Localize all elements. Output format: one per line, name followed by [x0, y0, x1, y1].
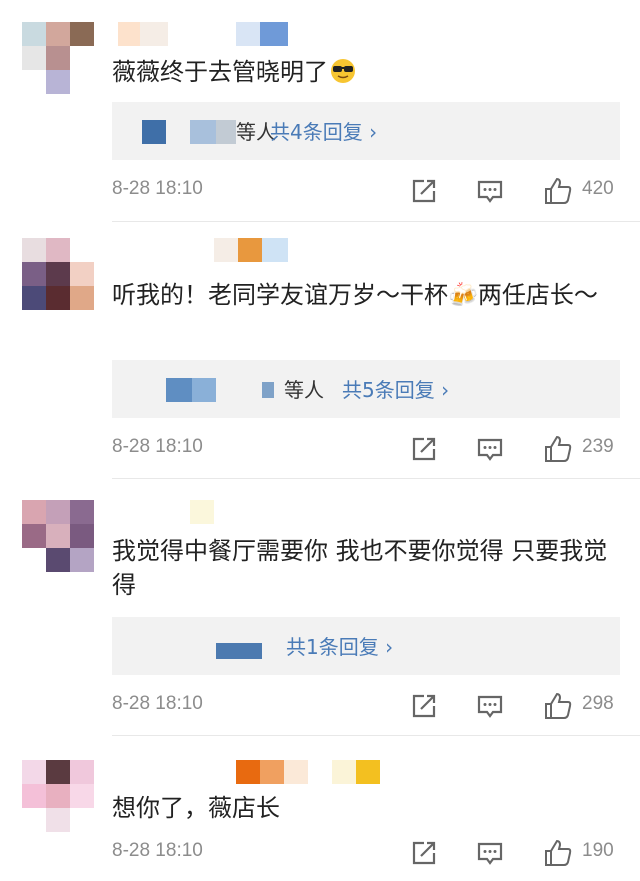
- share-icon[interactable]: [410, 177, 438, 205]
- share-icon[interactable]: [410, 692, 438, 720]
- like-icon[interactable]: [543, 434, 572, 462]
- comment-footer: 8-28 18:10 420: [112, 174, 620, 208]
- share-icon[interactable]: [410, 839, 438, 867]
- like-icon[interactable]: [543, 691, 572, 719]
- username-pixelated[interactable]: [118, 500, 218, 524]
- comment-footer: 8-28 18:10 190: [112, 836, 620, 870]
- reply-preview[interactable]: 共1条回复 ›: [112, 617, 620, 675]
- comment-icon[interactable]: [476, 177, 504, 205]
- comment-text: 薇薇终于去管晓明了: [112, 55, 617, 89]
- like-icon[interactable]: [543, 838, 572, 866]
- timestamp: 8-28 18:10: [112, 436, 203, 457]
- comment-footer: 8-28 18:10 239: [112, 432, 620, 466]
- timestamp: 8-28 18:10: [112, 178, 203, 199]
- like-icon[interactable]: [543, 176, 572, 204]
- comment-text: 我觉得中餐厅需要你 我也不要你觉得 只要我觉得: [112, 537, 608, 599]
- like-count: 298: [582, 693, 614, 714]
- comment-item: 薇薇终于去管晓明了 等人 共4条回复 › 8-28 18:10 420: [0, 0, 640, 222]
- view-replies-link[interactable]: 共1条回复 ›: [286, 635, 393, 659]
- view-replies-link[interactable]: 共5条回复 ›: [342, 378, 449, 402]
- comment-item: 想你了，薇店长 8-28 18:10 190: [0, 736, 640, 881]
- avatar[interactable]: [22, 500, 94, 572]
- share-icon[interactable]: [410, 435, 438, 463]
- timestamp: 8-28 18:10: [112, 840, 203, 861]
- comment-icon[interactable]: [476, 435, 504, 463]
- like-count: 190: [582, 840, 614, 861]
- comment-icon[interactable]: [476, 692, 504, 720]
- like-count: 239: [582, 436, 614, 457]
- sunglasses-emoji-icon: [330, 58, 356, 84]
- avatar[interactable]: [22, 238, 94, 310]
- avatar[interactable]: [22, 760, 94, 832]
- username-pixelated[interactable]: [118, 238, 288, 262]
- comment-footer: 8-28 18:10 298: [112, 689, 620, 723]
- comment-icon[interactable]: [476, 839, 504, 867]
- comment-item: 听我的！老同学友谊万岁～干杯🍻两任店长～ 等人 共5条回复 › 8-28 18:…: [0, 222, 640, 479]
- reply-preview[interactable]: 等人 共4条回复 ›: [112, 102, 620, 160]
- username-pixelated[interactable]: [118, 760, 388, 784]
- view-replies-link[interactable]: 共4条回复 ›: [270, 120, 377, 144]
- comment-text: 听我的！老同学友谊万岁～干杯🍻两任店长～: [112, 281, 598, 309]
- like-count: 420: [582, 178, 614, 199]
- reply-preview[interactable]: 等人 共5条回复 ›: [112, 360, 620, 418]
- avatar[interactable]: [22, 22, 94, 94]
- timestamp: 8-28 18:10: [112, 693, 203, 714]
- comment-text: 想你了，薇店长: [112, 794, 280, 822]
- comment-text-content: 薇薇终于去管晓明了: [112, 58, 328, 86]
- comment-item: 我觉得中餐厅需要你 我也不要你觉得 只要我觉得 共1条回复 › 8-28 18:…: [0, 479, 640, 736]
- username-pixelated[interactable]: [118, 22, 288, 46]
- reply-users-suffix: 等人: [284, 378, 324, 402]
